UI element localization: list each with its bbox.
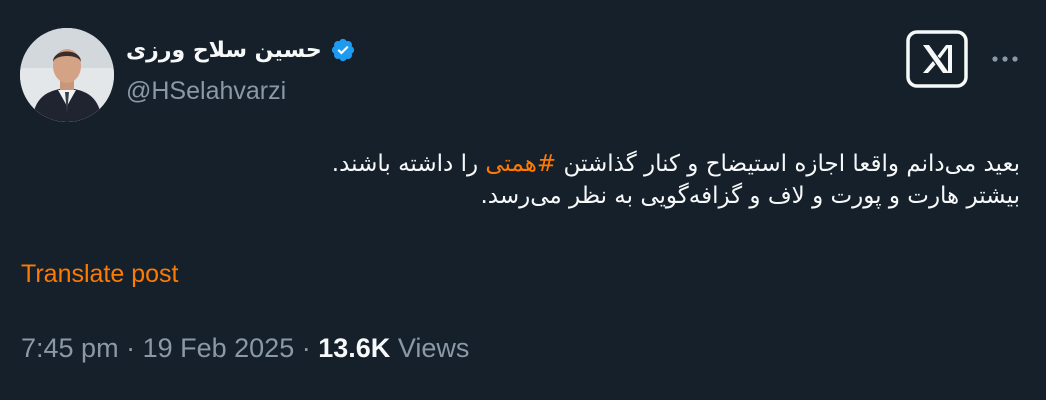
meta-separator: · bbox=[126, 333, 136, 363]
author-name-row: حسین سلاح ورزی bbox=[126, 30, 356, 70]
post-date[interactable]: 19 Feb 2025 bbox=[143, 333, 295, 363]
author-handle[interactable]: @HSelahvarzi bbox=[126, 77, 286, 106]
hashtag-link[interactable]: #همتی bbox=[485, 151, 556, 177]
post-time[interactable]: 7:45 pm bbox=[21, 333, 119, 363]
author-avatar[interactable] bbox=[20, 28, 114, 122]
translate-post-link[interactable]: Translate post bbox=[21, 260, 178, 289]
tweet-text-line-1: بعید می‌دانم واقعا اجازه استیضاح و کنار … bbox=[20, 148, 1020, 180]
meta-separator: · bbox=[301, 333, 311, 363]
views-count[interactable]: 13.6K bbox=[318, 333, 390, 363]
tweet-meta: 7:45 pm · 19 Feb 2025 · 13.6K Views bbox=[21, 333, 469, 364]
tweet-text: بعید می‌دانم واقعا اجازه استیضاح و کنار … bbox=[20, 148, 1020, 212]
more-options-icon[interactable] bbox=[985, 44, 1025, 74]
x-logo-icon[interactable] bbox=[906, 30, 968, 88]
author-display-name[interactable]: حسین سلاح ورزی bbox=[126, 38, 322, 63]
tweet-card: حسین سلاح ورزی @HSelahvarzi بعید می‌دانم… bbox=[0, 0, 1046, 400]
tweet-text-line-2: بیشتر هارت و پورت و لاف و گزافه‌گویی به … bbox=[480, 183, 1020, 209]
verified-badge-icon[interactable] bbox=[330, 37, 356, 63]
tweet-text-segment: را داشته باشند. bbox=[331, 151, 486, 177]
profile-photo bbox=[20, 28, 114, 122]
views-label: Views bbox=[397, 333, 470, 363]
tweet-text-segment: بعید می‌دانم واقعا اجازه استیضاح و کنار … bbox=[556, 151, 1021, 177]
